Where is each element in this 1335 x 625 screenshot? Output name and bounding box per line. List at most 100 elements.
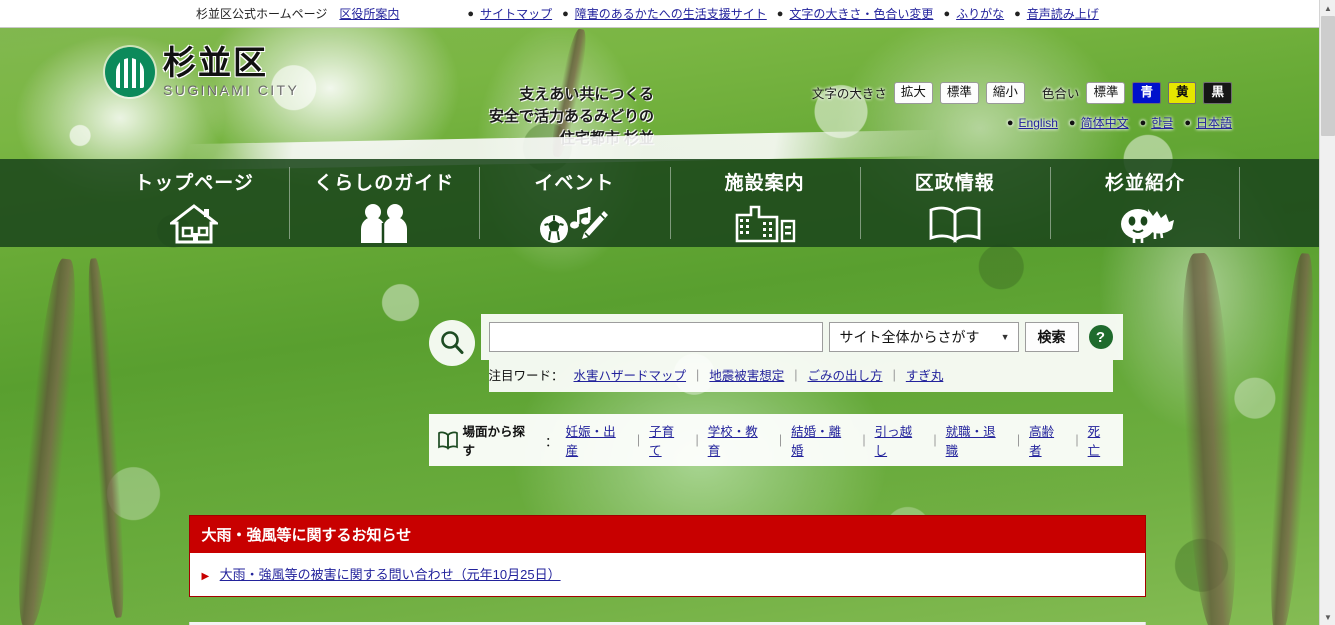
bullet-icon: ● (1006, 116, 1014, 129)
disability-support-link[interactable]: 障害のあるかたへの生活支援サイト (575, 5, 767, 22)
search-panel: サイト全体からさがす ▼ 検索 ? 注目ワード： 水害ハザードマップ | 地震被… (428, 314, 1123, 392)
utility-links: ● サイトマップ ● 障害のあるかたへの生活支援サイト ● 文字の大きさ・色合い… (467, 5, 1098, 22)
site-header: 杉並区 SUGINAMI CITY 支えあい共につくる 安全で活力あるみどりの … (0, 28, 1335, 174)
soccer-ball-music-pencil-icon (538, 201, 610, 247)
featured-keywords-label: 注目ワード： (488, 369, 564, 383)
tagline-line-2: 安全で活力あるみどりの (489, 107, 655, 125)
language-chinese-link[interactable]: 简体中文 (1081, 114, 1129, 131)
keyword-garbage-disposal[interactable]: ごみの出し方 (808, 365, 883, 384)
search-scope-select[interactable]: サイト全体からさがす ▼ (828, 322, 1019, 352)
bullet-icon: ● (1014, 7, 1021, 20)
situation-search-bar: 場面から探す ： 妊娠・出産 | 子育て | 学校・教育 | 結婚・離婚 | 引… (428, 414, 1123, 466)
nav-item-suginami-intro[interactable]: 杉並紹介 (1049, 159, 1241, 247)
global-navigation: トップページ くらしのガイド イベント 施設案内 区政情報 杉並紹介 (0, 159, 1335, 247)
nav-item-living-guide[interactable]: くらしのガイド (289, 159, 479, 247)
situation-elderly[interactable]: 高齢者 (1029, 421, 1066, 459)
situation-marriage-divorce[interactable]: 結婚・離婚 (791, 421, 853, 459)
nav-item-facilities[interactable]: 施設案内 (669, 159, 860, 247)
text-size-normal-button[interactable]: 標準 (939, 82, 979, 104)
situation-school-education[interactable]: 学校・教育 (708, 421, 770, 459)
search-row: サイト全体からさがす ▼ 検索 ? (480, 314, 1123, 360)
bullet-icon: ● (467, 7, 475, 20)
nav-label: トップページ (134, 173, 254, 194)
separator: | (1075, 433, 1079, 447)
text-size-large-button[interactable]: 拡大 (893, 82, 933, 104)
situation-employment-retirement[interactable]: 就職・退職 (946, 421, 1008, 459)
page-scrollbar[interactable]: ▲ ▼ (1319, 0, 1335, 625)
logo-title-en: SUGINAMI CITY (163, 82, 300, 98)
text-size-small-button[interactable]: 縮小 (985, 82, 1025, 104)
nav-label: くらしのガイド (314, 173, 455, 194)
separator: | (696, 367, 700, 382)
triangle-right-icon: ▶ (201, 571, 210, 582)
chevron-down-icon[interactable]: ▼ (1320, 609, 1335, 625)
search-scope-value: サイト全体からさがす (839, 329, 980, 345)
keyword-flood-hazard-map[interactable]: 水害ハザードマップ (574, 365, 687, 384)
tagline-line-3: 住宅都市 杉並 (559, 129, 655, 147)
bullet-icon: ● (943, 7, 951, 20)
language-english-link[interactable]: English (1019, 116, 1058, 130)
situation-death[interactable]: 死亡 (1088, 421, 1113, 459)
color-black-button[interactable]: 黒 (1203, 82, 1232, 104)
separator: | (862, 433, 866, 447)
language-japanese-link[interactable]: 日本語 (1196, 114, 1232, 131)
alert-inquiry-link[interactable]: 大雨・強風等の被害に関する問い合わせ（元年10月25日） (220, 567, 561, 582)
two-people-icon (357, 201, 411, 247)
situation-label: 場面から探す (462, 425, 526, 458)
situation-colon: ： (545, 434, 558, 449)
tagline-line-1: 支えあい共につくる (519, 86, 655, 103)
sitemap-link[interactable]: サイトマップ (480, 5, 552, 22)
buildings-icon (733, 201, 797, 247)
separator: | (1016, 433, 1021, 447)
voice-reading-link[interactable]: 音声読み上げ (1027, 5, 1099, 22)
alert-body: ▶ 大雨・強風等の被害に関する問い合わせ（元年10月25日） (189, 553, 1145, 596)
separator: | (695, 433, 699, 447)
suginami-tree-crest-icon (105, 47, 155, 97)
search-input[interactable] (488, 322, 823, 352)
keyword-earthquake-damage[interactable]: 地震被害想定 (709, 365, 784, 384)
top-utility-bar: 杉並区公式ホームページ 区役所案内 ● サイトマップ ● 障害のあるかたへの生活… (0, 0, 1335, 28)
color-blue-button[interactable]: 青 (1132, 82, 1161, 104)
nav-item-top-page[interactable]: トップページ (99, 159, 289, 247)
situation-pregnancy-birth[interactable]: 妊娠・出産 (566, 421, 628, 459)
site-tagline: 支えあい共につくる 安全で活力あるみどりの 住宅都市 杉並 (475, 84, 654, 149)
furigana-link[interactable]: ふりがな (956, 5, 1004, 22)
chevron-up-icon[interactable]: ▲ (1320, 0, 1335, 16)
nav-label: イベント (534, 173, 615, 194)
color-scheme-label: 色合い (1041, 87, 1080, 102)
bullet-icon: ● (776, 7, 784, 20)
separator: | (794, 367, 798, 382)
hero-banner: 杉並区 SUGINAMI CITY 支えあい共につくる 安全で活力あるみどりの … (0, 28, 1335, 625)
site-logo[interactable]: 杉並区 SUGINAMI CITY (105, 46, 299, 98)
keyword-sugimaru[interactable]: すぎ丸 (906, 365, 944, 384)
search-icon (428, 320, 475, 366)
question-mark-icon[interactable]: ? (1088, 325, 1113, 349)
situation-childcare[interactable]: 子育て (649, 421, 686, 459)
bullet-icon: ● (1068, 116, 1076, 129)
search-button[interactable]: 検索 (1024, 322, 1079, 352)
suginami-mascot-icon (1112, 201, 1178, 247)
logo-title-jp: 杉並区 (163, 44, 268, 81)
house-icon (170, 201, 219, 247)
color-normal-button[interactable]: 標準 (1086, 82, 1126, 104)
alert-heading: 大雨・強風等に関するお知らせ (189, 516, 1145, 553)
separator: | (636, 433, 641, 447)
featured-keywords: 注目ワード： 水害ハザードマップ | 地震被害想定 | ごみの出し方 | すぎ丸 (488, 360, 1113, 392)
color-yellow-button[interactable]: 黄 (1167, 82, 1197, 104)
nav-label: 施設案内 (724, 173, 805, 194)
nav-label: 区政情報 (914, 173, 995, 194)
site-label: 杉並区公式ホームページ (196, 7, 328, 21)
scrollbar-thumb[interactable] (1321, 16, 1335, 136)
chevron-down-icon: ▼ (1000, 332, 1010, 342)
language-korean-link[interactable]: 한글 (1151, 114, 1173, 131)
nav-item-events[interactable]: イベント (479, 159, 669, 247)
open-book-icon (926, 201, 984, 247)
weather-alert-box: 大雨・強風等に関するお知らせ ▶ 大雨・強風等の被害に関する問い合わせ（元年10… (188, 515, 1146, 597)
nav-item-government-info[interactable]: 区政情報 (859, 159, 1050, 247)
text-size-label: 文字の大きさ (811, 87, 887, 102)
situation-moving[interactable]: 引っ越し (875, 421, 925, 459)
office-guide-link[interactable]: 区役所案内 (339, 5, 399, 22)
separator: | (892, 367, 896, 382)
text-size-color-link[interactable]: 文字の大きさ・色合い変更 (789, 5, 933, 22)
accessibility-controls: 文字の大きさ 拡大 標準 縮小 色合い 標準 青 黄 黒 (812, 82, 1232, 104)
